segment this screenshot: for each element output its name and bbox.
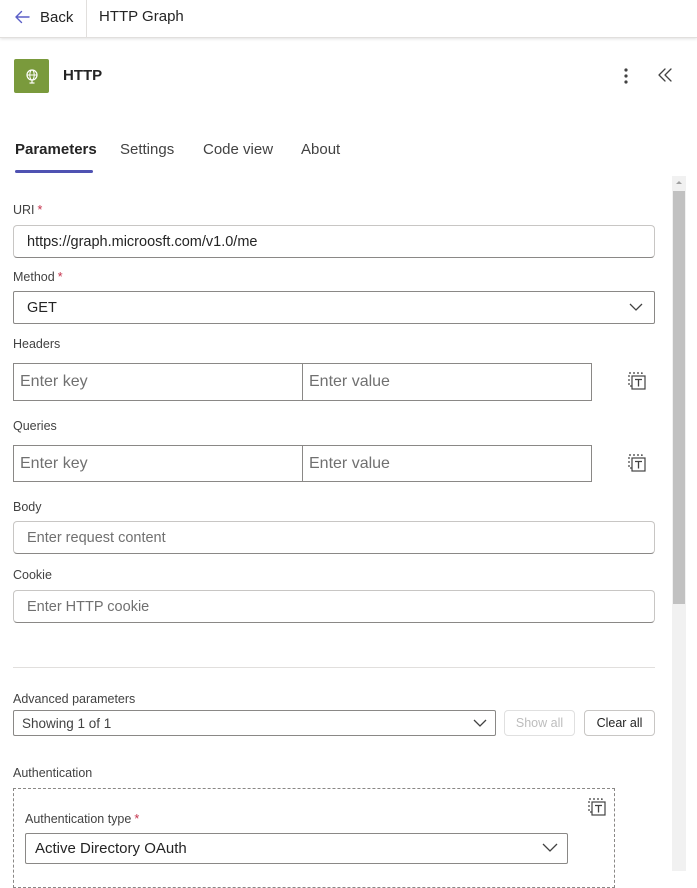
panel-title: HTTP: [63, 67, 103, 84]
tab-about[interactable]: About: [301, 141, 340, 158]
advanced-parameters-label: Advanced parameters: [13, 692, 136, 706]
headers-label: Headers: [13, 337, 61, 351]
dynamic-content-icon[interactable]: [627, 371, 647, 391]
more-vertical-icon: [624, 68, 628, 84]
required-mark: *: [37, 203, 43, 217]
section-divider: [13, 667, 655, 668]
chevron-down-icon: [542, 843, 558, 852]
uri-label-text: URI: [13, 203, 35, 217]
authentication-type-value: Active Directory OAuth: [35, 840, 187, 857]
arrow-left-icon: [15, 10, 30, 24]
show-all-button[interactable]: Show all: [504, 710, 575, 736]
authentication-type-label-text: Authentication type: [25, 812, 132, 826]
breadcrumb: HTTP Graph: [99, 8, 184, 25]
authentication-type-label: Authentication type *: [25, 812, 139, 826]
method-value: GET: [27, 299, 57, 316]
scrollbar-thumb[interactable]: [673, 191, 685, 604]
tab-code-view[interactable]: Code view: [203, 141, 273, 158]
active-tab-indicator: [15, 170, 93, 173]
topbar-divider: [86, 0, 87, 38]
collapse-panel-icon[interactable]: [655, 65, 675, 85]
back-button[interactable]: Back: [12, 6, 73, 28]
advanced-parameters-value: Showing 1 of 1: [22, 715, 112, 731]
uri-label: URI *: [13, 203, 42, 217]
required-mark: *: [57, 270, 63, 284]
method-label-text: Method: [13, 270, 55, 284]
required-mark: *: [134, 812, 140, 826]
cookie-label: Cookie: [13, 568, 52, 582]
dynamic-content-icon[interactable]: [627, 453, 647, 473]
header-value-input[interactable]: Enter value: [302, 363, 592, 401]
top-bar: Back HTTP Graph: [0, 0, 697, 38]
uri-input[interactable]: https://graph.microosft.com/v1.0/me: [13, 225, 655, 258]
clear-all-button[interactable]: Clear all: [584, 710, 655, 736]
more-options-button[interactable]: [616, 66, 636, 86]
authentication-label: Authentication: [13, 766, 93, 780]
method-label: Method *: [13, 270, 63, 284]
body-label: Body: [13, 500, 42, 514]
scroll-up-icon[interactable]: [674, 177, 684, 187]
authentication-type-dropdown[interactable]: Active Directory OAuth: [25, 833, 568, 864]
cookie-input[interactable]: Enter HTTP cookie: [13, 590, 655, 623]
method-dropdown[interactable]: GET: [13, 291, 655, 324]
tab-parameters[interactable]: Parameters: [15, 141, 97, 158]
dynamic-content-icon[interactable]: [587, 797, 607, 817]
query-value-input[interactable]: Enter value: [302, 445, 592, 482]
header-key-input[interactable]: Enter key: [13, 363, 303, 401]
back-label: Back: [40, 8, 74, 26]
chevron-down-icon: [629, 303, 643, 311]
chevron-down-icon: [473, 719, 487, 727]
body-input[interactable]: Enter request content: [13, 521, 655, 554]
advanced-parameters-dropdown[interactable]: Showing 1 of 1: [13, 710, 496, 736]
globe-icon: [25, 69, 38, 84]
queries-label: Queries: [13, 419, 57, 433]
http-action-icon: [14, 59, 49, 93]
query-key-input[interactable]: Enter key: [13, 445, 303, 482]
tab-settings[interactable]: Settings: [120, 141, 174, 158]
